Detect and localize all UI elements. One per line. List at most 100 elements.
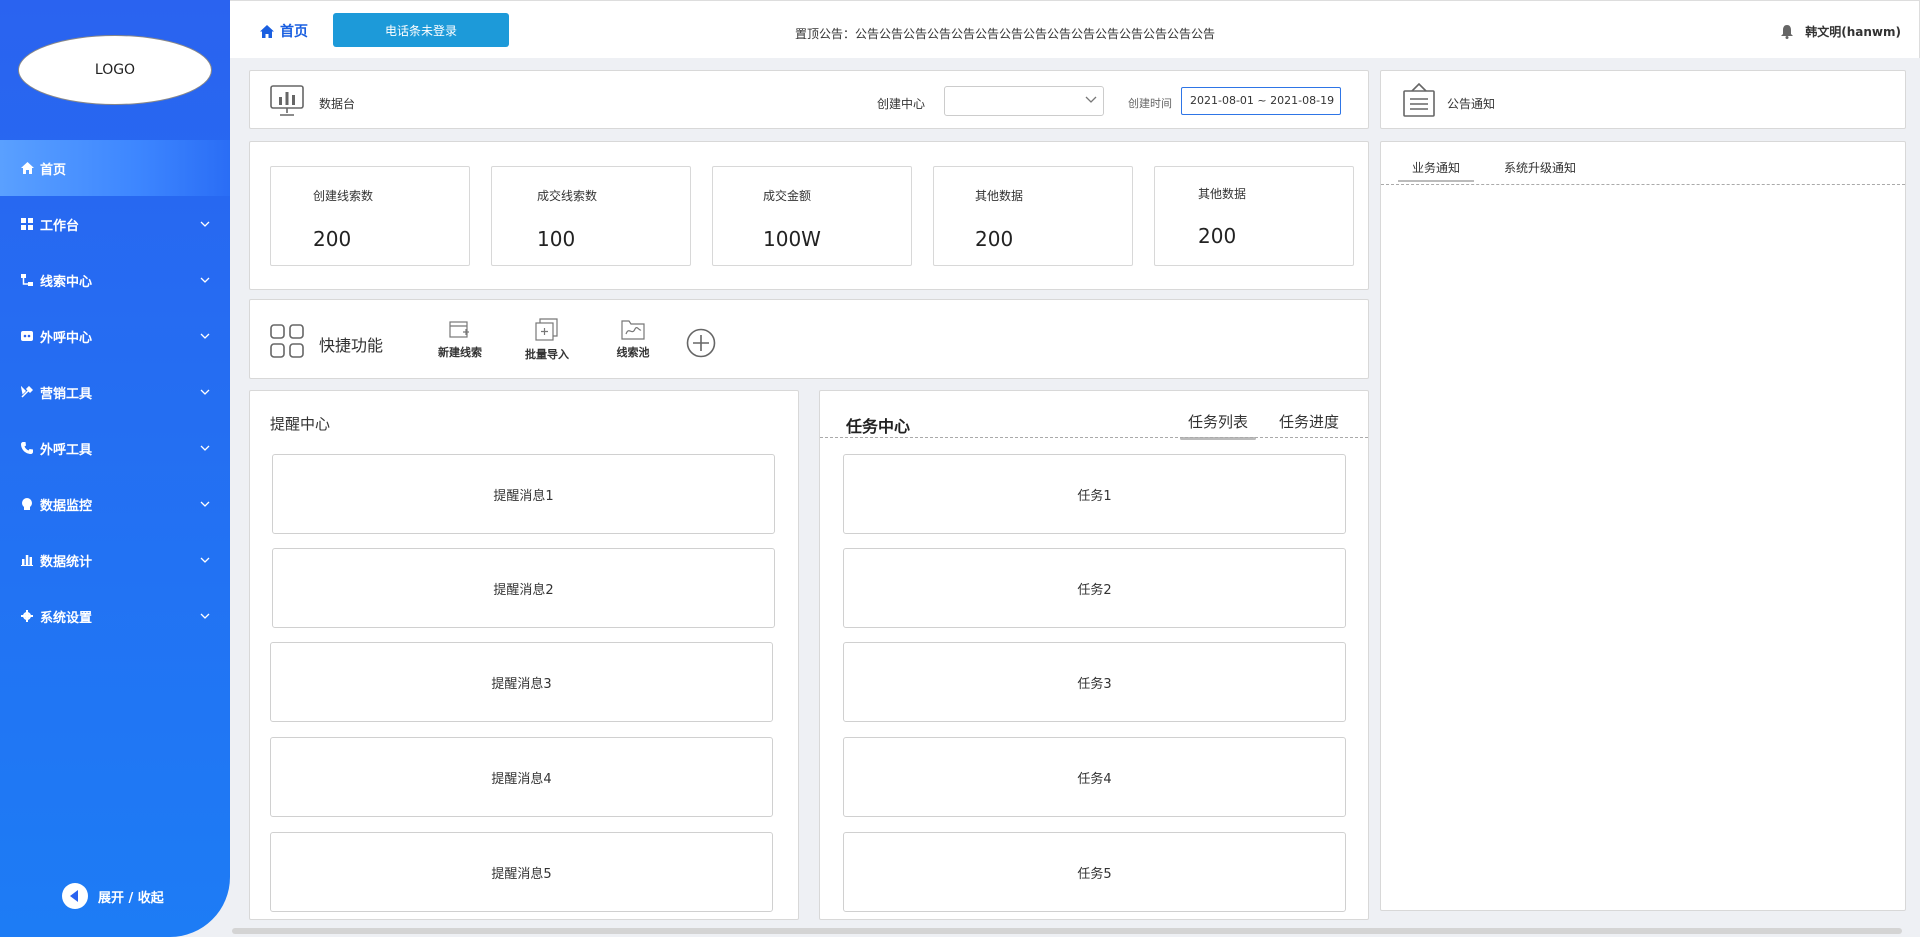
headset-icon: [20, 329, 34, 343]
bell-icon[interactable]: [1781, 24, 1794, 39]
caret-left-icon: [62, 883, 88, 909]
reminder-message[interactable]: 提醒消息5: [270, 832, 773, 912]
stat-label: 其他数据: [1198, 187, 1247, 201]
task-item[interactable]: 任务4: [843, 737, 1346, 817]
phone-bar-button[interactable]: 电话条未登录: [333, 13, 509, 47]
gear-icon: [20, 609, 34, 623]
stat-label: 创建线索数: [313, 189, 374, 203]
home-icon: [20, 161, 34, 175]
create-center-label: 创建中心: [877, 97, 926, 111]
bar-chart-icon: [20, 553, 34, 567]
sidebar-item-workbench[interactable]: 工作台: [0, 196, 230, 252]
user-name: 韩文明(hanwm): [1805, 25, 1901, 39]
chevron-down-icon: [200, 272, 210, 287]
collapse-label: 展开 / 收起: [98, 890, 164, 906]
stat-card: 其他数据 200: [933, 166, 1133, 266]
tools-icon: [20, 385, 34, 399]
home-link[interactable]: 首页: [260, 21, 308, 41]
reminder-center: 提醒中心 提醒消息1 提醒消息2 提醒消息3 提醒消息4 提醒消息5: [249, 390, 799, 920]
chevron-down-icon: [200, 440, 210, 455]
sidebar-item-outbound-tools[interactable]: 外呼工具: [0, 420, 230, 476]
sidebar-item-settings[interactable]: 系统设置: [0, 588, 230, 644]
reminder-message[interactable]: 提醒消息1: [272, 454, 775, 534]
reminder-message[interactable]: 提醒消息4: [270, 737, 773, 817]
stat-value: 200: [1198, 224, 1237, 248]
create-time-label: 创建时间: [1128, 97, 1172, 110]
chevron-down-icon: [1085, 96, 1097, 103]
task-item[interactable]: 任务1: [843, 454, 1346, 534]
sidebar-item-label: 外呼工具: [40, 442, 93, 458]
stat-card: 创建线索数 200: [270, 166, 470, 266]
task-center-title: 任务中心: [846, 417, 911, 436]
tab-task-progress[interactable]: 任务进度: [1279, 411, 1339, 432]
announcement-header: 公告通知: [1380, 70, 1906, 129]
chevron-down-icon: [200, 608, 210, 623]
batch-import-label: 批量导入: [525, 348, 569, 361]
stat-card: 其他数据 200: [1154, 166, 1354, 266]
sidebar-item-label: 工作台: [40, 218, 80, 234]
stat-card: 成交金额 100W: [712, 166, 912, 266]
sidebar-item-data-monitor[interactable]: 数据监控: [0, 476, 230, 532]
sidebar-item-marketing-tools[interactable]: 营销工具: [0, 364, 230, 420]
home-icon: [260, 24, 274, 38]
new-lead-button[interactable]: 新建线索: [430, 318, 490, 360]
tab-task-list[interactable]: 任务列表: [1179, 411, 1257, 440]
sidebar-nav: 首页 工作台 线索中心 外呼中心 营销工具 外呼工具 数据监控 数据统计 系统设…: [0, 140, 230, 644]
collapse-toggle[interactable]: 展开 / 收起: [62, 883, 164, 909]
reminder-message[interactable]: 提醒消息3: [270, 642, 773, 722]
user-menu[interactable]: 韩文明(hanwm): [1781, 23, 1901, 40]
stat-label: 成交线索数: [537, 189, 598, 203]
new-lead-icon: [449, 321, 469, 338]
horizontal-scrollbar[interactable]: [232, 928, 1902, 934]
sidebar-item-leads[interactable]: 线索中心: [0, 252, 230, 308]
lead-pool-label: 线索池: [616, 346, 650, 359]
sidebar-item-data-stats[interactable]: 数据统计: [0, 532, 230, 588]
chevron-down-icon: [200, 552, 210, 567]
task-item[interactable]: 任务5: [843, 832, 1346, 912]
new-lead-label: 新建线索: [438, 346, 482, 359]
notice-board-icon: [1403, 82, 1435, 121]
stat-value: 200: [313, 227, 352, 251]
tab-divider: [1381, 184, 1905, 185]
sidebar-item-label: 数据统计: [40, 554, 93, 570]
stat-card: 成交线索数 100: [491, 166, 691, 266]
task-item[interactable]: 任务3: [843, 642, 1346, 722]
stat-value: 100: [537, 227, 576, 251]
sidebar-item-label: 外呼中心: [40, 330, 93, 346]
tab-business-notice[interactable]: 业务通知: [1397, 159, 1475, 182]
grid-icon: [20, 217, 34, 231]
chevron-down-icon: [200, 216, 210, 231]
batch-import-icon: [535, 318, 558, 341]
sidebar-item-outbound-center[interactable]: 外呼中心: [0, 308, 230, 364]
lead-pool-button[interactable]: 线索池: [603, 318, 663, 360]
task-center: 任务中心 任务列表 任务进度 任务1 任务2 任务3 任务4 任务5: [819, 390, 1369, 920]
quick-functions-title: 快捷功能: [319, 336, 384, 355]
lead-pool-icon: [621, 320, 645, 340]
sidebar-item-label: 数据监控: [40, 498, 93, 514]
dashboard-icon: [270, 85, 304, 121]
sidebar-item-label: 首页: [40, 162, 67, 178]
sidebar: LOGO 首页 工作台 线索中心 外呼中心 营销工具 外呼工具 数据监控 数据统…: [0, 0, 230, 937]
announcement-title: 公告通知: [1447, 97, 1496, 111]
chevron-down-icon: [200, 384, 210, 399]
tab-system-upgrade-notice[interactable]: 系统升级通知: [1504, 159, 1576, 176]
toolbar-title: 数据台: [319, 97, 356, 111]
sidebar-item-label: 营销工具: [40, 386, 93, 402]
create-center-select[interactable]: [944, 86, 1104, 116]
sidebar-item-home[interactable]: 首页: [0, 140, 230, 196]
home-link-label: 首页: [280, 24, 308, 40]
date-range-picker[interactable]: 2021-08-01 ~ 2021-08-19: [1181, 87, 1341, 115]
pinned-notice: 置顶公告：公告公告公告公告公告公告公告公告公告公告公告公告公告公告公告: [795, 27, 1216, 41]
chevron-down-icon: [200, 328, 210, 343]
reminder-message[interactable]: 提醒消息2: [272, 548, 775, 628]
task-item[interactable]: 任务2: [843, 548, 1346, 628]
stats-panel: 创建线索数 200 成交线索数 100 成交金额 100W 其他数据 200 其…: [249, 141, 1369, 290]
monitor-icon: [20, 497, 34, 511]
logo-area: LOGO: [0, 0, 230, 140]
chevron-down-icon: [200, 496, 210, 511]
stat-value: 100W: [763, 227, 821, 251]
dashboard-toolbar: 数据台 创建中心 创建时间 2021-08-01 ~ 2021-08-19: [249, 70, 1369, 129]
stat-label: 成交金额: [763, 189, 812, 203]
add-shortcut-icon[interactable]: [686, 328, 716, 362]
batch-import-button[interactable]: 批量导入: [517, 318, 577, 362]
